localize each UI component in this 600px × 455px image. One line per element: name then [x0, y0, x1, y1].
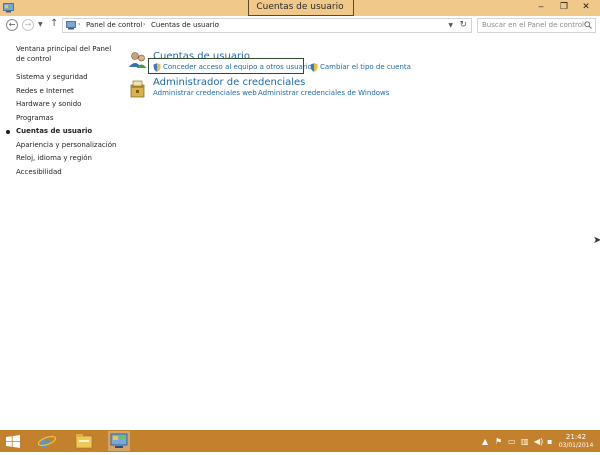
credential-manager-icon: [130, 80, 145, 98]
sidebar-item-user-accounts[interactable]: Cuentas de usuario: [6, 125, 121, 139]
svg-text:e: e: [40, 432, 50, 451]
sidebar-item-clock-language-region[interactable]: Reloj, idioma y región: [16, 152, 121, 166]
network-icon[interactable]: ▥: [521, 437, 529, 446]
volume-icon[interactable]: ◀): [534, 437, 543, 446]
sidebar-item-label: Cuentas de usuario: [16, 127, 93, 135]
maximize-button[interactable]: ❐: [554, 0, 574, 14]
sidebar-item-hardware-sound[interactable]: Hardware y sonido: [16, 98, 121, 112]
sidebar: Ventana principal del Panel de control S…: [6, 44, 121, 180]
show-hidden-icons-icon[interactable]: ▲: [482, 437, 488, 446]
address-bar[interactable]: › Panel de control › Cuentas de usuario …: [62, 18, 472, 33]
close-button[interactable]: ✕: [576, 0, 596, 14]
manage-web-credentials-link[interactable]: Administrar credenciales web: [153, 89, 257, 97]
mouse-cursor: ➤: [593, 235, 600, 246]
window-title: Cuentas de usuario: [256, 2, 344, 12]
manage-windows-credentials-link[interactable]: Administrar credenciales de Windows: [258, 89, 389, 97]
breadcrumb-control-panel[interactable]: Panel de control: [86, 21, 142, 29]
sidebar-item-system-security[interactable]: Sistema y seguridad: [16, 71, 121, 85]
action-center-flag-icon[interactable]: ⚑: [495, 437, 502, 446]
windows-start-icon[interactable]: [6, 435, 20, 448]
clock-date[interactable]: 03/01/2014: [557, 442, 595, 449]
credential-manager-title[interactable]: Administrador de credenciales: [153, 77, 305, 88]
breadcrumb-user-accounts[interactable]: Cuentas de usuario: [151, 21, 219, 29]
minimize-button[interactable]: ‒: [531, 0, 551, 14]
sidebar-item-appearance[interactable]: Apariencia y personalización: [16, 139, 121, 153]
user-accounts-icon: [129, 52, 147, 68]
taskbar: e ▲ ⚑ ▭ ▥ ◀) ▪ 21:42 03/01/2014: [0, 430, 600, 452]
recent-locations-dropdown[interactable]: ▼: [38, 21, 43, 28]
navigation-bar: ← → ▼ ↑ › Panel de control › Cuentas de …: [0, 16, 600, 38]
control-panel-task-icon[interactable]: [108, 431, 130, 451]
control-panel-icon: [66, 21, 76, 30]
internet-explorer-icon[interactable]: e: [36, 431, 58, 451]
sidebar-home-link[interactable]: Ventana principal del Panel de control: [16, 44, 121, 64]
refresh-icon[interactable]: ↻: [459, 20, 467, 30]
focus-rectangle: [148, 58, 304, 74]
breadcrumb-separator[interactable]: ›: [217, 21, 219, 28]
uac-shield-icon: [310, 63, 318, 72]
device-icon[interactable]: ▭: [508, 437, 516, 446]
search-input[interactable]: Buscar en el Panel de control: [477, 18, 596, 33]
sidebar-item-accessibility[interactable]: Accesibilidad: [16, 166, 121, 180]
forward-arrow-icon[interactable]: →: [22, 19, 34, 31]
sidebar-item-network-internet[interactable]: Redes e Internet: [16, 85, 121, 99]
search-icon[interactable]: [584, 21, 592, 29]
breadcrumb-separator[interactable]: ›: [78, 21, 80, 28]
credential-manager-section: Administrador de credenciales Administra…: [128, 77, 428, 103]
title-bar: Cuentas de usuario ‒ ❐ ✕: [0, 0, 600, 16]
clock-time[interactable]: 21:42: [561, 433, 591, 441]
sidebar-item-programs[interactable]: Programas: [16, 112, 121, 126]
address-dropdown-icon[interactable]: ▼: [448, 22, 453, 29]
back-arrow-icon[interactable]: ←: [6, 19, 18, 31]
change-account-type-link[interactable]: Cambiar el tipo de cuenta: [320, 63, 411, 71]
language-icon[interactable]: ▪: [547, 437, 552, 446]
active-bullet: [6, 130, 10, 134]
file-explorer-icon[interactable]: [73, 431, 95, 451]
breadcrumb-separator[interactable]: ›: [143, 21, 145, 28]
up-arrow-icon[interactable]: ↑: [50, 18, 58, 29]
search-placeholder: Buscar en el Panel de control: [482, 21, 584, 29]
